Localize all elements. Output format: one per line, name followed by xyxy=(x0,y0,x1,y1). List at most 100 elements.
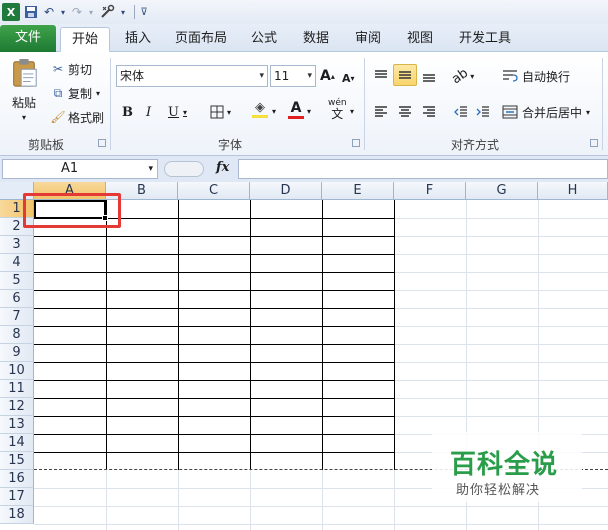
wrap-text-button[interactable]: 自动换行 xyxy=(502,66,570,86)
font-color-bar xyxy=(288,116,304,119)
underline-button[interactable]: U ▾ xyxy=(168,102,187,122)
row-header-7[interactable]: 7 xyxy=(0,308,34,326)
format-painter-button[interactable]: 🖌 格式刷 xyxy=(50,108,104,126)
cut-button[interactable]: ✂ 剪切 xyxy=(50,60,92,78)
row-header-18[interactable]: 18 xyxy=(0,506,34,524)
align-center-button[interactable] xyxy=(396,102,414,122)
tab-insert[interactable]: 插入 xyxy=(116,27,160,52)
redo-icon[interactable]: ↷ xyxy=(70,3,84,21)
row-header-17[interactable]: 17 xyxy=(0,488,34,506)
row-header-3[interactable]: 3 xyxy=(0,236,34,254)
clipboard-launcher-icon[interactable] xyxy=(98,139,106,147)
align-right-button[interactable] xyxy=(420,102,438,122)
font-name-combo[interactable]: 宋体 ▾ xyxy=(116,65,268,87)
font-launcher-icon[interactable] xyxy=(352,139,360,147)
qat-separator xyxy=(134,5,135,19)
increase-indent-button[interactable] xyxy=(474,102,492,122)
tab-view[interactable]: 视图 xyxy=(400,27,440,52)
tab-home[interactable]: 开始 xyxy=(60,27,110,52)
row-header-16[interactable]: 16 xyxy=(0,470,34,488)
row-header-4[interactable]: 4 xyxy=(0,254,34,272)
borders-button[interactable]: ▾ xyxy=(210,102,231,122)
paste-label: 粘贴 xyxy=(11,96,36,110)
orientation-dropdown-icon: ▾ xyxy=(470,71,475,81)
align-left-button[interactable] xyxy=(372,102,390,122)
wrap-text-icon xyxy=(503,70,518,82)
redo-dropdown-icon[interactable]: ▾ xyxy=(87,3,95,21)
decrease-indent-button[interactable] xyxy=(452,102,470,122)
italic-glyph: I xyxy=(146,104,152,120)
undo-dropdown-icon[interactable]: ▾ xyxy=(59,3,67,21)
tab-developer[interactable]: 开发工具 xyxy=(452,27,518,52)
shrink-font-button[interactable]: A ▾ xyxy=(342,68,355,88)
row-header-14[interactable]: 14 xyxy=(0,434,34,452)
grow-font-button[interactable]: A ▴ xyxy=(320,66,335,86)
row-header-6[interactable]: 6 xyxy=(0,290,34,308)
alignment-launcher-icon[interactable] xyxy=(590,139,598,147)
formula-bar-splitter[interactable] xyxy=(164,161,204,177)
format-painter-label: 格式刷 xyxy=(68,110,105,125)
tab-review[interactable]: 审阅 xyxy=(348,27,388,52)
undo-icon[interactable]: ↶ xyxy=(42,3,56,21)
table-border xyxy=(34,452,394,453)
row-header-9[interactable]: 9 xyxy=(0,344,34,362)
fill-color-dropdown[interactable]: ▾ xyxy=(272,104,276,118)
alignment-group-label: 对齐方式 xyxy=(450,138,499,152)
bold-button[interactable]: B xyxy=(122,102,133,122)
copy-button[interactable]: ⧉ 复制 ▾ xyxy=(50,84,100,102)
row-header-5[interactable]: 5 xyxy=(0,272,34,290)
row-header-15[interactable]: 15 xyxy=(0,452,34,470)
table-border xyxy=(178,200,179,470)
tab-formulas[interactable]: 公式 xyxy=(244,27,284,52)
column-header-c[interactable]: C xyxy=(178,182,250,200)
watermark: 百科全说 助你轻松解决 xyxy=(432,432,582,502)
column-header-e[interactable]: E xyxy=(322,182,394,200)
column-header-g[interactable]: G xyxy=(466,182,538,200)
align-middle-button[interactable] xyxy=(393,64,417,86)
row-header-13[interactable]: 13 xyxy=(0,416,34,434)
merge-center-button[interactable]: 合并后居中 ▾ xyxy=(502,102,590,122)
paste-button[interactable]: 粘贴 ▾ xyxy=(6,58,42,122)
paint-bucket-icon: ◈ xyxy=(255,100,265,115)
tool-dropdown-icon[interactable]: ▾ xyxy=(119,3,127,21)
fill-color-button[interactable]: ◈ xyxy=(252,100,268,122)
name-box[interactable]: A1 ▾ xyxy=(2,159,158,179)
table-border xyxy=(34,236,394,237)
tool-icon[interactable] xyxy=(98,3,116,21)
phonetic-button[interactable]: wén 文 xyxy=(328,98,347,124)
tab-file[interactable]: 文件 xyxy=(0,25,56,52)
wrap-text-label: 自动换行 xyxy=(522,69,571,84)
tab-data[interactable]: 数据 xyxy=(296,27,336,52)
underline-dropdown-icon: ▾ xyxy=(182,107,187,117)
row-header-11[interactable]: 11 xyxy=(0,380,34,398)
font-group-label: 字体 xyxy=(217,138,242,152)
column-header-d[interactable]: D xyxy=(250,182,322,200)
column-header-f[interactable]: F xyxy=(394,182,466,200)
gridline xyxy=(394,308,608,309)
font-color-button[interactable]: A xyxy=(288,100,304,122)
phonetic-dropdown[interactable]: ▾ xyxy=(350,104,354,118)
align-bottom-button[interactable] xyxy=(420,66,438,86)
clipboard-group-label: 剪贴板 xyxy=(27,138,64,152)
orientation-button[interactable]: ab ▾ xyxy=(449,65,475,87)
align-right-icon xyxy=(423,106,435,117)
row-header-8[interactable]: 8 xyxy=(0,326,34,344)
customize-qat-icon[interactable]: ⊽ xyxy=(139,3,149,21)
copy-dropdown-icon: ▾ xyxy=(96,88,101,98)
gridline xyxy=(394,380,608,381)
align-top-button[interactable] xyxy=(372,66,390,86)
row-header-12[interactable]: 12 xyxy=(0,398,34,416)
font-color-dropdown[interactable]: ▾ xyxy=(307,104,311,118)
gridline xyxy=(394,290,608,291)
annotation-highlight-box xyxy=(23,193,121,228)
bold-glyph: B xyxy=(122,104,133,120)
formula-input[interactable] xyxy=(238,159,608,179)
italic-button[interactable]: I xyxy=(146,102,151,122)
save-icon[interactable] xyxy=(23,3,39,21)
column-header-h[interactable]: H xyxy=(538,182,608,200)
row-header-10[interactable]: 10 xyxy=(0,362,34,380)
excel-app-icon[interactable]: X xyxy=(2,3,20,21)
insert-function-button[interactable]: fx xyxy=(216,160,229,175)
font-size-combo[interactable]: 11 ▾ xyxy=(270,65,316,87)
tab-page-layout[interactable]: 页面布局 xyxy=(170,27,232,52)
